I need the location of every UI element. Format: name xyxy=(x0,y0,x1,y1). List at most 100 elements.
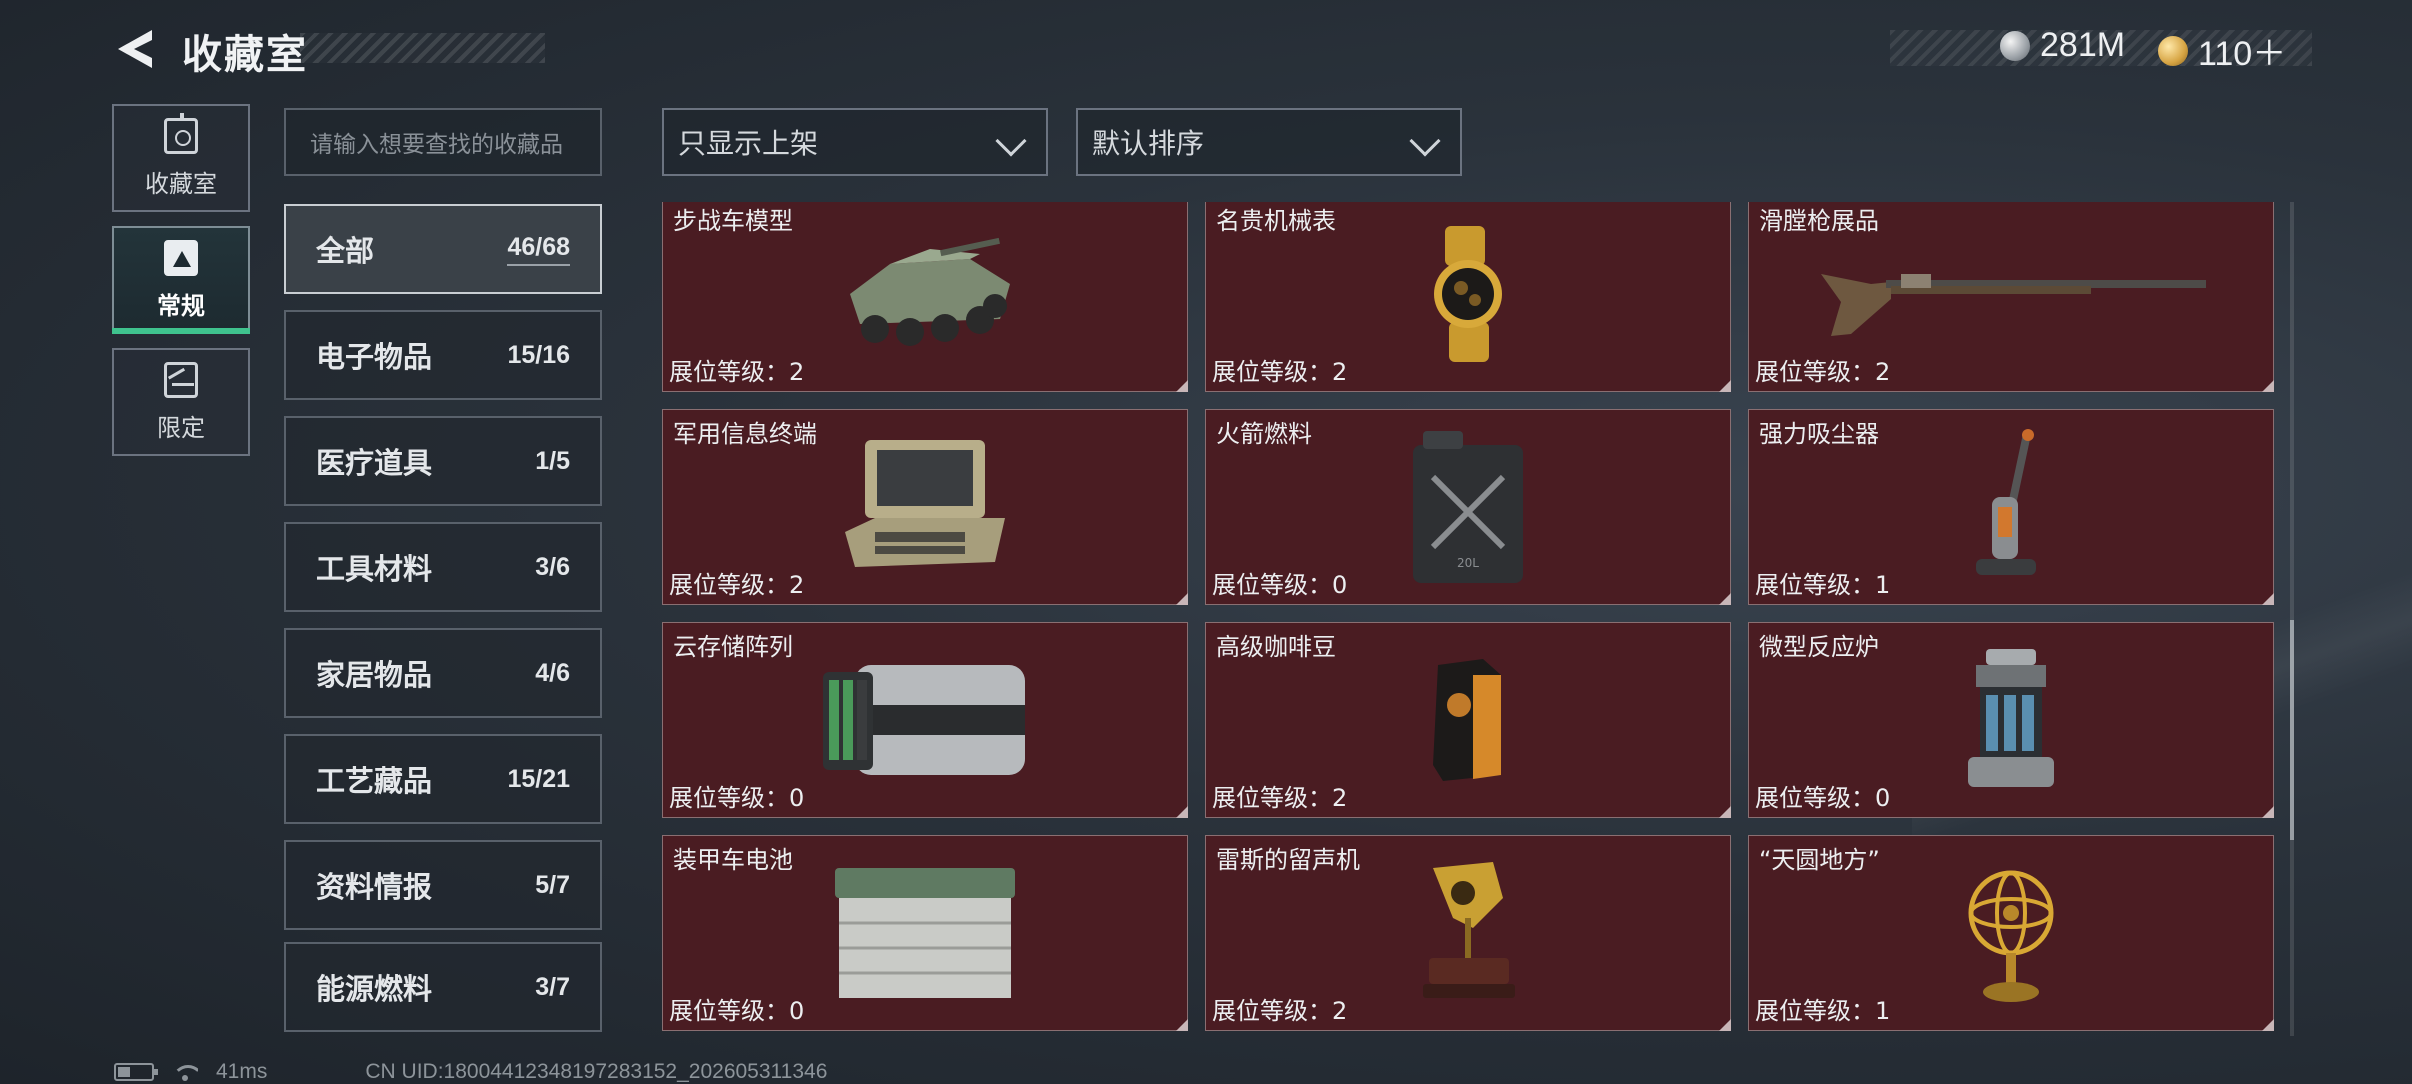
side-tab-regular[interactable]: 常规 xyxy=(112,226,250,334)
card-name: 名贵机械表 xyxy=(1216,207,1336,235)
currency-gold[interactable]: 110＋ xyxy=(2158,26,2286,75)
card-corner-marker xyxy=(2262,1019,2274,1031)
card-name: “天圆地方” xyxy=(1759,846,1880,874)
silver-coin-icon xyxy=(2000,30,2030,61)
vehicle-battery-icon xyxy=(835,868,1015,998)
card-level: 展位等级：0 xyxy=(1212,571,1348,599)
gramophone-icon xyxy=(1423,862,1515,998)
storage-array-icon xyxy=(823,665,1025,775)
sort-value: 默认排序 xyxy=(1092,127,1205,160)
document-icon xyxy=(164,239,198,276)
collection-card-coffee[interactable]: 高级咖啡豆 展位等级：2 xyxy=(1205,622,1731,818)
card-level: 展位等级：2 xyxy=(1212,784,1348,812)
collection-card-terminal[interactable]: 军用信息终端 展位等级：2 xyxy=(662,409,1188,605)
category-energy[interactable]: 能源燃料 3/7 xyxy=(284,942,602,1032)
card-corner-marker xyxy=(2262,593,2274,605)
card-name: 高级咖啡豆 xyxy=(1216,633,1336,661)
side-tab-label: 收藏室 xyxy=(145,169,217,198)
vault-icon xyxy=(164,112,198,154)
sort-dropdown[interactable]: 默认排序 xyxy=(1076,108,1462,176)
category-name: 能源燃料 xyxy=(316,972,433,1006)
category-count: 15/21 xyxy=(507,764,570,793)
category-name: 工艺藏品 xyxy=(316,764,433,798)
vacuum-cleaner-icon xyxy=(1976,429,2036,575)
collection-grid: 步战车模型 展位等级：2 名贵机械表 展位等级：2 滑膛枪展品 展位等级：2 军… xyxy=(662,202,2274,1036)
card-name: 雷斯的留声机 xyxy=(1216,846,1360,874)
card-name: 强力吸尘器 xyxy=(1759,420,1879,448)
category-electronics[interactable]: 电子物品 15/16 xyxy=(284,310,602,400)
category-crafts[interactable]: 工艺藏品 15/21 xyxy=(284,734,602,824)
armored-vehicle-model-icon xyxy=(850,237,1010,346)
collection-card-armored-vehicle[interactable]: 步战车模型 展位等级：2 xyxy=(662,202,1188,392)
card-level: 展位等级：2 xyxy=(1212,997,1348,1025)
collection-card-gramophone[interactable]: 雷斯的留声机 展位等级：2 xyxy=(1205,835,1731,1031)
gold-coin-icon xyxy=(2158,35,2188,66)
collection-card-armillary[interactable]: “天圆地方” 展位等级：1 xyxy=(1748,835,2274,1031)
card-corner-marker xyxy=(1719,380,1731,392)
armillary-sphere-icon xyxy=(1968,870,2054,1002)
side-tab-label: 限定 xyxy=(157,413,205,442)
collection-card-watch[interactable]: 名贵机械表 展位等级：2 xyxy=(1205,202,1731,392)
battery-icon xyxy=(114,1063,158,1081)
category-household[interactable]: 家居物品 4/6 xyxy=(284,628,602,718)
category-medical[interactable]: 医疗道具 1/5 xyxy=(284,416,602,506)
card-name: 步战车模型 xyxy=(673,207,793,235)
card-corner-marker xyxy=(1176,593,1188,605)
currency-gold-value: 110＋ xyxy=(2198,35,2287,73)
grid-scrollbar[interactable] xyxy=(2290,202,2294,1036)
card-corner-marker xyxy=(1719,1019,1731,1031)
category-name: 全部 xyxy=(316,234,375,268)
category-count: 15/16 xyxy=(507,340,570,369)
search-input[interactable]: 请输入想要查找的收藏品 xyxy=(284,108,602,176)
card-corner-marker xyxy=(1176,806,1188,818)
card-name: 滑膛枪展品 xyxy=(1759,207,1879,235)
title-decoration xyxy=(300,33,545,63)
collection-card-musket[interactable]: 滑膛枪展品 展位等级：2 xyxy=(1748,202,2274,392)
collection-card-storage-array[interactable]: 云存储阵列 展位等级：0 xyxy=(662,622,1188,818)
display-filter-value: 只显示上架 xyxy=(678,127,819,160)
category-name: 资料情报 xyxy=(316,870,433,904)
card-level: 展位等级：0 xyxy=(669,784,805,812)
category-name: 工具材料 xyxy=(316,552,433,586)
mini-reactor-icon xyxy=(1968,649,2054,787)
side-tab-label: 常规 xyxy=(157,291,205,320)
side-tab-vault[interactable]: 收藏室 xyxy=(112,104,250,212)
display-filter-dropdown[interactable]: 只显示上架 xyxy=(662,108,1048,176)
luxury-watch-icon xyxy=(1434,226,1502,362)
currency-silver-value: 281M xyxy=(2040,26,2126,64)
wifi-icon xyxy=(172,1063,198,1081)
card-level: 展位等级：2 xyxy=(1212,358,1348,386)
card-name: 装甲车电池 xyxy=(673,846,793,874)
category-count: 46/68 xyxy=(507,233,570,266)
collection-card-battery[interactable]: 装甲车电池 展位等级：0 xyxy=(662,835,1188,1031)
category-tools[interactable]: 工具材料 3/6 xyxy=(284,522,602,612)
card-name: 云存储阵列 xyxy=(673,633,793,661)
card-name: 火箭燃料 xyxy=(1216,420,1312,448)
currency-silver[interactable]: 281M xyxy=(2000,26,2125,65)
collection-card-rocket-fuel[interactable]: 火箭燃料 20L 展位等级：0 xyxy=(1205,409,1731,605)
chevron-down-icon xyxy=(1409,125,1441,157)
card-corner-marker xyxy=(1719,806,1731,818)
grid-scrollbar-thumb[interactable] xyxy=(2290,620,2294,840)
category-count: 4/6 xyxy=(535,658,570,687)
card-corner-marker xyxy=(1176,380,1188,392)
card-corner-marker xyxy=(2262,806,2274,818)
page-title: 收藏室 xyxy=(182,32,308,78)
card-level: 展位等级：2 xyxy=(1755,358,1891,386)
back-arrow-icon[interactable] xyxy=(112,26,158,72)
card-corner-marker xyxy=(1719,593,1731,605)
category-count: 3/7 xyxy=(535,972,570,1001)
category-intel[interactable]: 资料情报 5/7 xyxy=(284,840,602,930)
category-all[interactable]: 全部 46/68 xyxy=(284,204,602,294)
coffee-bag-icon xyxy=(1433,659,1501,781)
svg-text:20L: 20L xyxy=(1457,556,1479,570)
musket-icon xyxy=(1821,274,2206,336)
collection-card-reactor[interactable]: 微型反应炉 展位等级：0 xyxy=(1748,622,2274,818)
card-corner-marker xyxy=(2262,380,2274,392)
side-tab-limited[interactable]: 限定 xyxy=(112,348,250,456)
category-count: 5/7 xyxy=(535,870,570,899)
collection-card-vacuum[interactable]: 强力吸尘器 展位等级：1 xyxy=(1748,409,2274,605)
chevron-down-icon xyxy=(995,125,1027,157)
card-name: 微型反应炉 xyxy=(1759,633,1879,661)
military-terminal-icon xyxy=(845,440,1005,567)
